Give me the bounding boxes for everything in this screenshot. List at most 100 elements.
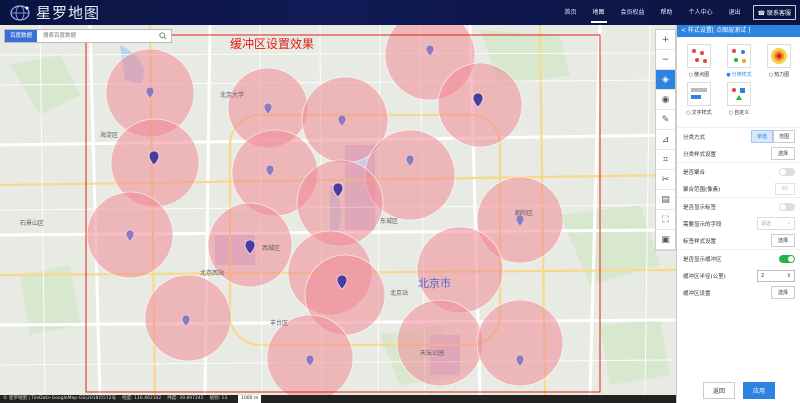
style-option-heatmap[interactable]: ○ 热力图 bbox=[759, 41, 799, 79]
category-style-icon bbox=[727, 44, 751, 68]
classify-method-label: 分类方式 bbox=[683, 134, 706, 141]
cut-button[interactable]: ✂ bbox=[656, 170, 675, 190]
map-search-input[interactable] bbox=[41, 32, 156, 40]
classify-single-value-button[interactable]: 单值 bbox=[750, 130, 773, 143]
search-source-select[interactable]: 百度数据 bbox=[5, 30, 38, 42]
scatter-style-icon bbox=[687, 44, 711, 68]
zoom-readout: 级别: 13 bbox=[209, 396, 228, 401]
style-label-heatmap: 热力图 bbox=[774, 72, 790, 78]
radio-icon: ○ bbox=[768, 71, 774, 78]
buffer-radius-value: 2 bbox=[761, 272, 765, 279]
map-credit: © 星罗地图 | TileData-GoogleMap-GS(2018)5572… bbox=[3, 396, 117, 401]
classify-range-button[interactable]: 范围 bbox=[772, 130, 795, 143]
aggregate-toggle[interactable] bbox=[779, 167, 795, 176]
label-field-select[interactable]: 请选 ⌄ bbox=[757, 217, 795, 230]
label-field-label: 需要显示的字段 bbox=[683, 221, 722, 228]
map-label: 海淀区 bbox=[100, 131, 118, 139]
contact-support-button[interactable]: ☎ 联系客服 bbox=[752, 5, 796, 20]
style-option-scatter[interactable]: ○ 散点图 bbox=[679, 41, 719, 79]
show-label-toggle[interactable] bbox=[779, 202, 795, 211]
map-svg: 北京大学 海淀区 北京市 西城区 东城区 朝阳区 丰台区 石景山区 北京西站 天… bbox=[0, 25, 676, 395]
map-label: 西城区 bbox=[262, 245, 280, 252]
stepper-icon: ⇕ bbox=[786, 272, 791, 279]
buffer-row: 是否显示缓冲区 bbox=[677, 249, 800, 267]
top-nav-bar: 星罗地图 首页 地图 会员权益 帮助 个人中心 退出 ☎ 联系客服 bbox=[0, 0, 800, 25]
ruler-icon: ⊿ bbox=[661, 134, 670, 145]
map-label: 北京大学 bbox=[220, 91, 244, 99]
crop-button[interactable]: ⌗ bbox=[656, 150, 675, 170]
minus-icon: − bbox=[661, 54, 670, 65]
classify-method-toggle: 单值 范围 bbox=[750, 130, 795, 143]
style-type-grid: ○ 散点图 ● 分类样式 ○ 热力图 ○ 文字样式 ○ 自定义 bbox=[677, 37, 800, 121]
style-label-scatter: 散点图 bbox=[694, 72, 710, 78]
nav-help[interactable]: 帮助 bbox=[653, 0, 681, 25]
style-label-text: 文字样式 bbox=[691, 110, 712, 116]
nav-profile[interactable]: 个人中心 bbox=[681, 0, 721, 25]
style-option-category[interactable]: ● 分类样式 bbox=[719, 41, 759, 79]
draw-button[interactable]: ✎ bbox=[656, 110, 675, 130]
classify-method-row: 分类方式 单值 范围 bbox=[677, 127, 800, 145]
map-label: 东城区 bbox=[380, 217, 398, 225]
aggregate-range-input[interactable]: 60 bbox=[774, 182, 795, 195]
nav-map[interactable]: 地图 bbox=[585, 0, 613, 25]
zoom-out-button[interactable]: − bbox=[656, 50, 675, 70]
aggregate-range-label: 聚合范围(像素) bbox=[683, 186, 721, 193]
style-option-text[interactable]: ○ 文字样式 bbox=[679, 79, 719, 117]
map-label: 北京市 bbox=[418, 276, 451, 290]
text-style-icon bbox=[687, 82, 711, 106]
label-style-row: 标签样式设置 选择 bbox=[677, 232, 800, 249]
show-label-label: 是否显示标签 bbox=[683, 204, 717, 211]
buffer-style-select-button[interactable]: 选择 bbox=[770, 286, 795, 299]
layers-button[interactable]: ◈ bbox=[656, 70, 675, 90]
chart-button[interactable]: ▤ bbox=[656, 190, 675, 210]
panel-title[interactable]: < 样式设置[ 点图层测试 ] bbox=[677, 25, 800, 37]
nav-home[interactable]: 首页 bbox=[557, 0, 585, 25]
app-name: 星罗地图 bbox=[36, 4, 101, 22]
search-icon[interactable] bbox=[159, 32, 167, 40]
radio-icon: ○ bbox=[728, 109, 734, 116]
classify-style-row: 分类样式设置 选择 bbox=[677, 145, 800, 162]
label-field-value: 请选 bbox=[761, 221, 772, 227]
buffer-style-label: 缓冲区设置 bbox=[683, 290, 711, 297]
locate-icon: ◉ bbox=[661, 94, 670, 105]
contact-label: 联系客服 bbox=[766, 10, 791, 17]
map-label: 天坛公园 bbox=[420, 349, 444, 357]
image-icon: ▣ bbox=[661, 234, 670, 245]
buffer-radius-row: 缓冲区半径(公里) 2 ⇕ bbox=[677, 267, 800, 284]
nav-membership[interactable]: 会员权益 bbox=[613, 0, 653, 25]
buffer-style-row: 缓冲区设置 选择 bbox=[677, 284, 800, 301]
style-label-category: 分类样式 bbox=[731, 72, 752, 78]
apply-button[interactable]: 应用 bbox=[743, 382, 776, 399]
map-label: 石景山区 bbox=[20, 219, 44, 227]
label-style-label: 标签样式设置 bbox=[683, 238, 717, 245]
label-style-select-button[interactable]: 选择 bbox=[770, 234, 795, 247]
buffer-toggle[interactable] bbox=[779, 254, 795, 263]
custom-style-icon bbox=[727, 82, 751, 106]
buffer-radius-stepper[interactable]: 2 ⇕ bbox=[757, 269, 795, 282]
chevron-down-icon: ⌄ bbox=[786, 220, 791, 226]
buffer-demo-title: 缓冲区设置效果 bbox=[230, 37, 315, 51]
nav-logout[interactable]: 退出 bbox=[721, 0, 749, 25]
fullscreen-icon: ⛶ bbox=[662, 214, 669, 225]
classify-style-select-button[interactable]: 选择 bbox=[770, 147, 795, 160]
measure-button[interactable]: ⊿ bbox=[656, 130, 675, 150]
zoom-in-button[interactable]: + bbox=[656, 30, 675, 50]
fullscreen-button[interactable]: ⛶ bbox=[656, 210, 675, 230]
headset-icon: ☎ bbox=[757, 10, 767, 17]
buffer-radius-label: 缓冲区半径(公里) bbox=[683, 273, 726, 280]
plus-icon: + bbox=[661, 34, 670, 45]
map-canvas[interactable]: 北京大学 海淀区 北京市 西城区 东城区 朝阳区 丰台区 石景山区 北京西站 天… bbox=[0, 25, 676, 395]
crop-icon: ⌗ bbox=[662, 154, 669, 165]
buffer-label: 是否显示缓冲区 bbox=[683, 256, 722, 263]
app-logo[interactable]: 星罗地图 bbox=[8, 3, 100, 22]
style-option-custom[interactable]: ○ 自定义 bbox=[719, 79, 759, 117]
aggregate-label: 是否聚合 bbox=[683, 169, 706, 176]
chart-icon: ▤ bbox=[661, 194, 670, 205]
back-button[interactable]: 返回 bbox=[702, 382, 735, 399]
map-toolbar: + − ◈ ◉ ✎ ⊿ ⌗ ✂ ▤ ⛶ ▣ bbox=[655, 29, 676, 251]
export-button[interactable]: ▣ bbox=[656, 230, 675, 250]
locate-button[interactable]: ◉ bbox=[656, 90, 675, 110]
logo-globe-icon bbox=[10, 4, 30, 21]
panel-footer: 返回 应用 bbox=[677, 382, 800, 399]
classify-style-label: 分类样式设置 bbox=[683, 151, 717, 158]
